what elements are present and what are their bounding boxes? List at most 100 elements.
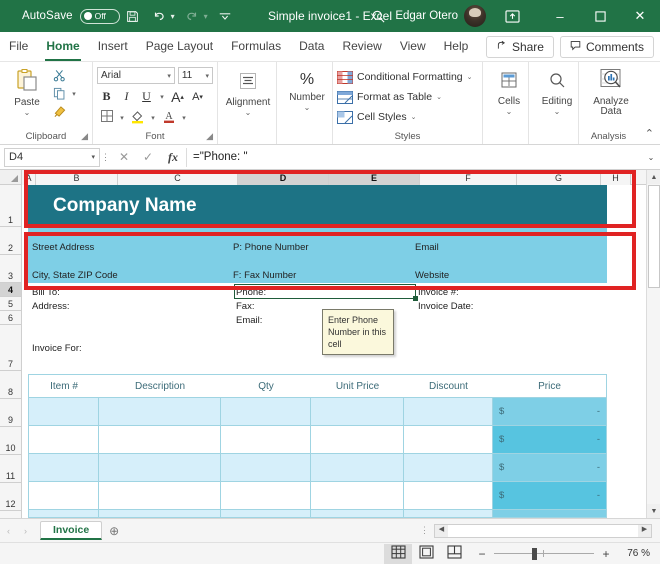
sheet-tab-splitter[interactable]: ⋮ xyxy=(420,525,434,536)
font-size-input[interactable]: 11 ▾ xyxy=(177,67,213,84)
column-header-f[interactable]: F xyxy=(420,170,517,185)
cell-styles-caret[interactable]: ⌄ xyxy=(411,113,417,121)
cell-unit-price[interactable] xyxy=(311,426,404,453)
tab-view[interactable]: View xyxy=(391,32,435,61)
scroll-up-arrow[interactable]: ▲ xyxy=(647,170,660,184)
font-dialog-launcher-icon[interactable]: ◢ xyxy=(206,131,213,142)
row-header-10[interactable]: 10 xyxy=(0,427,21,455)
column-header-d[interactable]: D xyxy=(238,170,329,185)
font-name-caret[interactable]: ▾ xyxy=(167,72,171,80)
autosave-toggle[interactable]: Off xyxy=(79,8,120,24)
previous-sheet-arrow[interactable]: ‹ xyxy=(0,526,17,536)
customize-quick-access-icon[interactable] xyxy=(212,3,238,29)
cell-price[interactable] xyxy=(493,510,606,517)
expand-formula-bar-icon[interactable]: ⌄ xyxy=(642,153,660,162)
cell-description[interactable] xyxy=(99,398,221,425)
cell-discount[interactable] xyxy=(404,398,493,425)
format-as-table-caret[interactable]: ⌄ xyxy=(436,93,442,101)
row-header-6[interactable]: 6 xyxy=(0,311,21,325)
column-header-c[interactable]: C xyxy=(118,170,238,185)
cell-price[interactable]: $ - xyxy=(493,454,606,481)
cell-unit-price[interactable] xyxy=(311,510,404,517)
tab-page-layout[interactable]: Page Layout xyxy=(137,32,222,61)
table-row[interactable]: $ - xyxy=(29,426,606,454)
cell-qty[interactable] xyxy=(221,482,311,509)
copy-caret[interactable]: ▾ xyxy=(69,90,79,98)
column-header-b[interactable]: B xyxy=(36,170,118,185)
insert-function-icon[interactable]: fx xyxy=(160,150,186,165)
column-header-g[interactable]: G xyxy=(517,170,601,185)
cell-qty[interactable] xyxy=(221,510,311,517)
clipboard-dialog-launcher-icon[interactable]: ◢ xyxy=(81,131,88,142)
cell-price[interactable]: $ - xyxy=(493,426,606,453)
cell-styles-button[interactable]: Cell Styles ⌄ xyxy=(337,108,478,126)
borders-caret[interactable]: ▾ xyxy=(117,114,127,122)
cell-item[interactable] xyxy=(29,426,99,453)
font-color-button[interactable]: A xyxy=(159,108,178,127)
decrease-font-size-button[interactable]: A ▾ xyxy=(188,87,207,106)
add-sheet-icon[interactable]: ⊕ xyxy=(102,524,126,538)
vertical-scrollbar[interactable]: ▲ ▼ xyxy=(646,170,660,518)
page-layout-view-button[interactable] xyxy=(412,544,440,564)
save-icon[interactable] xyxy=(120,3,146,29)
name-box[interactable]: D4 ▾ xyxy=(4,147,100,167)
tab-help[interactable]: Help xyxy=(435,32,478,61)
format-painter-button[interactable] xyxy=(50,103,79,120)
cell-price[interactable]: $ - xyxy=(493,482,606,509)
column-header-e[interactable]: E xyxy=(329,170,420,185)
table-row[interactable]: $ - xyxy=(29,454,606,482)
undo-dropdown-caret[interactable]: ▾ xyxy=(167,12,179,21)
search-icon[interactable] xyxy=(361,9,395,24)
cells-button[interactable]: Cells ⌄ xyxy=(487,65,531,117)
analyze-data-button[interactable]: Analyze Data xyxy=(583,65,639,117)
row-header-12[interactable]: 12 xyxy=(0,483,21,511)
cell-item[interactable] xyxy=(29,398,99,425)
zoom-out-button[interactable]: − xyxy=(476,547,488,561)
zoom-slider[interactable] xyxy=(494,547,594,561)
editing-caret[interactable]: ⌄ xyxy=(554,107,561,117)
alignment-caret[interactable]: ⌄ xyxy=(245,108,252,118)
cancel-formula-button[interactable]: ✕ xyxy=(112,150,136,164)
cell-description[interactable] xyxy=(99,482,221,509)
tab-data[interactable]: Data xyxy=(290,32,333,61)
tab-insert[interactable]: Insert xyxy=(89,32,137,61)
minimize-button[interactable]: – xyxy=(540,0,580,32)
italic-button[interactable]: I xyxy=(117,87,136,106)
cell-unit-price[interactable] xyxy=(311,454,404,481)
conditional-formatting-caret[interactable]: ⌄ xyxy=(467,73,473,81)
hscroll-track[interactable] xyxy=(448,524,638,537)
row-header-1[interactable]: 1 xyxy=(0,185,21,227)
cell-item[interactable] xyxy=(29,482,99,509)
cell-item[interactable] xyxy=(29,510,99,517)
cells-caret[interactable]: ⌄ xyxy=(506,107,513,117)
alignment-button[interactable]: Alignment ⌄ xyxy=(222,65,274,118)
editing-button[interactable]: Editing ⌄ xyxy=(533,65,581,117)
paste-caret[interactable]: ⌄ xyxy=(24,108,31,117)
cell-description[interactable] xyxy=(99,454,221,481)
ribbon-display-options-icon[interactable] xyxy=(498,6,526,26)
zoom-slider-thumb[interactable] xyxy=(532,547,537,560)
formula-input[interactable]: ="Phone: " xyxy=(186,147,642,167)
sheet-canvas[interactable]: Company Name Street Address P: Phone Num… xyxy=(22,185,660,518)
horizontal-scrollbar[interactable]: ◀ ▶ xyxy=(434,523,652,538)
close-button[interactable]: ✕ xyxy=(620,0,660,32)
row-header-3[interactable]: 3 xyxy=(0,255,21,283)
comments-button[interactable]: Comments xyxy=(559,35,654,58)
hscroll-right-arrow[interactable]: ▶ xyxy=(638,524,651,537)
row-header-9[interactable]: 9 xyxy=(0,399,21,427)
row-header-2[interactable]: 2 xyxy=(0,227,21,255)
tab-review[interactable]: Review xyxy=(333,32,390,61)
vertical-scroll-thumb[interactable] xyxy=(648,185,660,288)
page-break-view-button[interactable] xyxy=(440,544,468,564)
copy-button[interactable]: ▾ xyxy=(50,85,79,102)
cell-item[interactable] xyxy=(29,454,99,481)
sheet-tab-invoice[interactable]: Invoice xyxy=(40,521,103,540)
font-size-caret[interactable]: ▾ xyxy=(205,72,209,80)
collapse-ribbon-icon[interactable]: ⌃ xyxy=(645,127,654,140)
tab-formulas[interactable]: Formulas xyxy=(222,32,290,61)
zoom-in-button[interactable]: + xyxy=(600,547,612,561)
select-all-corner[interactable] xyxy=(0,170,22,184)
cell-unit-price[interactable] xyxy=(311,482,404,509)
share-button[interactable]: Share xyxy=(485,35,554,58)
table-row[interactable]: $ - xyxy=(29,482,606,510)
